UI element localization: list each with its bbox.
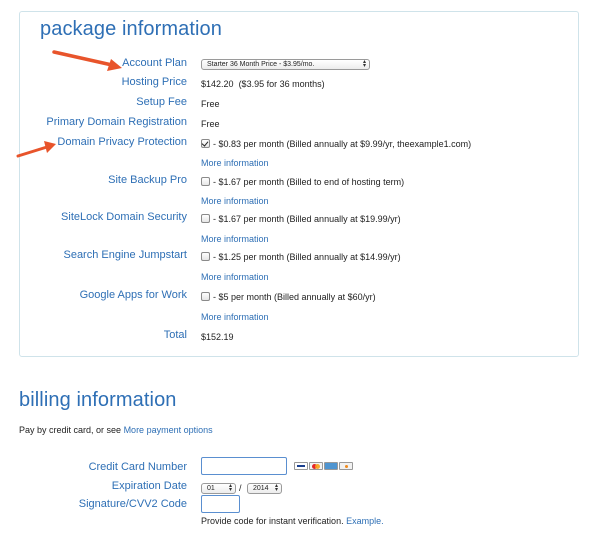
annotation-arrow-icon-2: [16, 141, 56, 158]
expiration-month-select[interactable]: 01 ▴ ▾: [201, 483, 236, 494]
search-engine-checkbox[interactable]: [201, 252, 210, 261]
addon-label-search-engine: Search Engine Jumpstart: [63, 249, 187, 261]
hosting-price-value: $142.20 ($3.95 for 36 months): [201, 79, 325, 89]
select-arrows-icon: ▴ ▾: [362, 59, 366, 69]
addon-row-search-engine: - $1.25 per month (Billed annually at $1…: [201, 252, 401, 262]
cvv-help-text: Provide code for instant verification.: [201, 516, 344, 526]
google-apps-checkbox[interactable]: [201, 292, 210, 301]
more-information-link-site-backup[interactable]: More information: [201, 196, 269, 206]
total-label: Total: [163, 329, 187, 341]
annotation-arrow-icon: [52, 50, 122, 71]
amex-icon: [324, 462, 338, 470]
domain-privacy-checkbox[interactable]: [201, 139, 210, 148]
cvv-help: Provide code for instant verification. E…: [201, 516, 384, 526]
total-value: $152.19: [201, 332, 234, 342]
select-arrows-icon: ▴ ▾: [228, 483, 232, 493]
sitelock-checkbox[interactable]: [201, 214, 210, 223]
more-payment-options-link[interactable]: More payment options: [124, 425, 213, 435]
more-information-link-google-apps[interactable]: More information: [201, 312, 269, 322]
setup-fee-label: Setup Fee: [136, 96, 187, 108]
expiration-month-value: 01: [207, 485, 215, 492]
addon-text-site-backup: - $1.67 per month (Billed to end of host…: [213, 177, 405, 187]
expiration-date-label: Expiration Date: [111, 480, 187, 492]
addon-text-domain-privacy: - $0.83 per month (Billed annually at $9…: [213, 139, 472, 149]
visa-icon: [294, 462, 308, 470]
more-information-link-search-engine[interactable]: More information: [201, 272, 269, 282]
primary-domain-value: Free: [201, 119, 220, 129]
select-arrows-icon: ▴ ▾: [274, 483, 278, 493]
hosting-price-detail: ($3.95 for 36 months): [238, 79, 325, 89]
billing-information-title: billing information: [19, 389, 177, 411]
addon-row-site-backup: - $1.67 per month (Billed to end of host…: [201, 177, 404, 187]
cvv-input[interactable]: [201, 495, 240, 513]
hosting-price-label: Hosting Price: [121, 76, 187, 88]
addon-label-google-apps: Google Apps for Work: [79, 289, 187, 301]
addon-label-domain-privacy: Domain Privacy Protection: [57, 136, 187, 148]
account-plan-selected: Starter 36 Month Price - $3.95/mo.: [207, 61, 315, 68]
addon-text-google-apps: - $5 per month (Billed annually at $60/y…: [213, 292, 376, 302]
payment-intro: Pay by credit card, or see More payment …: [19, 425, 213, 435]
credit-card-number-label: Credit Card Number: [88, 461, 187, 473]
credit-card-number-input[interactable]: [201, 457, 287, 475]
expiration-year-value: 2014: [253, 485, 269, 492]
addon-label-sitelock: SiteLock Domain Security: [61, 211, 187, 223]
mastercard-icon: [309, 462, 323, 470]
more-information-link-domain-privacy[interactable]: More information: [201, 158, 269, 168]
addon-label-site-backup: Site Backup Pro: [108, 174, 187, 186]
expiration-separator: /: [239, 483, 242, 493]
setup-fee-value: Free: [201, 99, 220, 109]
cvv-example-link[interactable]: Example.: [346, 516, 384, 526]
more-information-link-sitelock[interactable]: More information: [201, 234, 269, 244]
addon-row-domain-privacy: - $0.83 per month (Billed annually at $9…: [201, 139, 471, 149]
cvv-label: Signature/CVV2 Code: [78, 498, 187, 510]
discover-icon: [339, 462, 353, 470]
hosting-price-amount: $142.20: [201, 79, 234, 89]
card-logos: [294, 462, 353, 470]
account-plan-select[interactable]: Starter 36 Month Price - $3.95/mo. ▴ ▾: [201, 59, 370, 70]
addon-text-search-engine: - $1.25 per month (Billed annually at $1…: [213, 252, 401, 262]
addon-text-sitelock: - $1.67 per month (Billed annually at $1…: [213, 214, 401, 224]
addon-row-google-apps: - $5 per month (Billed annually at $60/y…: [201, 292, 376, 302]
package-information-title: package information: [40, 18, 223, 40]
addon-row-sitelock: - $1.67 per month (Billed annually at $1…: [201, 214, 401, 224]
account-plan-label: Account Plan: [122, 57, 187, 69]
site-backup-checkbox[interactable]: [201, 177, 210, 186]
payment-intro-text: Pay by credit card, or see: [19, 425, 122, 435]
primary-domain-label: Primary Domain Registration: [46, 116, 187, 128]
expiration-year-select[interactable]: 2014 ▴ ▾: [247, 483, 282, 494]
